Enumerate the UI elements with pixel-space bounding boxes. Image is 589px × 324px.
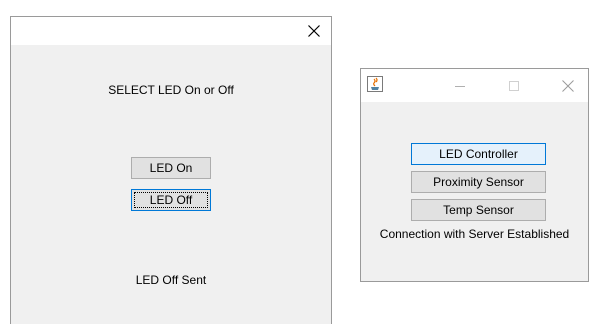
sensor-window-close-button[interactable] [545,69,589,102]
sensor-window-minimize-button[interactable] [437,69,483,102]
focus-ring [134,192,208,208]
java-icon [367,76,383,92]
led-window-close-button[interactable] [297,17,331,45]
led-off-button[interactable]: LED Off [131,189,211,211]
sensor-window: LED Controller Proximity Sensor Temp Sen… [360,68,589,282]
maximize-icon [509,80,519,91]
sensor-window-titlebar[interactable] [361,69,588,102]
led-window-titlebar[interactable] [11,17,331,45]
led-controller-button-label: LED Controller [439,147,518,161]
sensor-window-maximize-button[interactable] [491,69,537,102]
temp-sensor-button-label: Temp Sensor [443,203,514,217]
proximity-sensor-button[interactable]: Proximity Sensor [411,171,546,193]
led-on-button-label: LED On [149,161,193,175]
temp-sensor-button[interactable]: Temp Sensor [411,199,546,221]
led-on-button[interactable]: LED On [131,157,211,179]
led-controller-button[interactable]: LED Controller [411,143,546,165]
connection-status-label: Connection with Server Established [379,227,570,241]
close-icon [308,25,320,37]
led-status-label: LED Off Sent [135,273,207,287]
proximity-sensor-button-label: Proximity Sensor [433,175,524,189]
minimize-icon [455,85,465,87]
close-icon [562,79,574,92]
select-led-prompt: SELECT LED On or Off [108,83,234,97]
led-window: SELECT LED On or Off LED On LED Off LED … [10,16,332,324]
